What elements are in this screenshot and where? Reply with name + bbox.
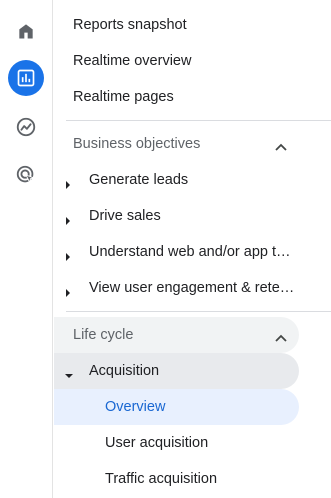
chevron-up-icon <box>275 330 287 346</box>
reports-button[interactable] <box>8 60 44 96</box>
analytics-reports-nav: Reports snapshot Realtime overview Realt… <box>0 0 331 498</box>
nav-realtime-overview[interactable]: Realtime overview <box>54 43 299 79</box>
nav-acquisition[interactable]: Acquisition <box>54 353 299 389</box>
section-business-objectives[interactable]: Business objectives <box>54 126 299 162</box>
caret-right-icon <box>65 213 71 229</box>
sub-item-label: User acquisition <box>105 435 209 451</box>
divider <box>66 311 331 312</box>
tree-item-label: View user engagement & retention <box>89 280 295 296</box>
nav-understand-traffic[interactable]: Understand web and/or app traffic <box>54 234 299 270</box>
divider <box>66 120 331 121</box>
advertising-icon <box>15 164 37 186</box>
nav-reports-snapshot[interactable]: Reports snapshot <box>54 7 299 43</box>
nav-acquisition-overview[interactable]: Overview <box>54 389 299 425</box>
nav-realtime-pages[interactable]: Realtime pages <box>54 79 299 115</box>
nav-item-label: Realtime pages <box>73 89 174 105</box>
sub-item-label: Traffic acquisition <box>105 471 218 487</box>
reports-icon <box>16 68 36 88</box>
tree-item-label: Acquisition <box>89 363 160 379</box>
nav-item-label: Reports snapshot <box>73 17 187 33</box>
caret-right-icon <box>65 249 71 265</box>
sub-item-label: Overview <box>105 399 166 415</box>
caret-down-icon <box>65 367 73 383</box>
nav-drive-sales[interactable]: Drive sales <box>54 198 299 234</box>
chevron-up-icon <box>275 139 287 155</box>
caret-right-icon <box>65 177 71 193</box>
nav-item-label: Realtime overview <box>73 53 192 69</box>
explore-button[interactable] <box>8 109 44 145</box>
nav-user-acquisition[interactable]: User acquisition <box>54 425 299 461</box>
section-life-cycle[interactable]: Life cycle <box>54 317 299 353</box>
reports-nav-panel: Reports snapshot Realtime overview Realt… <box>54 0 331 498</box>
tree-item-label: Drive sales <box>89 208 161 224</box>
explore-icon <box>15 116 37 138</box>
nav-generate-leads[interactable]: Generate leads <box>54 162 299 198</box>
home-button[interactable] <box>8 13 44 49</box>
nav-user-engagement[interactable]: View user engagement & retention <box>54 270 299 306</box>
home-icon <box>16 21 36 41</box>
nav-traffic-acquisition[interactable]: Traffic acquisition <box>54 461 299 497</box>
section-title: Life cycle <box>73 327 134 343</box>
section-title: Business objectives <box>73 136 201 152</box>
caret-right-icon <box>65 285 71 301</box>
tree-item-label: Understand web and/or app traffic <box>89 244 295 260</box>
tree-item-label: Generate leads <box>89 172 189 188</box>
icon-rail <box>0 0 53 498</box>
advertising-button[interactable] <box>8 157 44 193</box>
